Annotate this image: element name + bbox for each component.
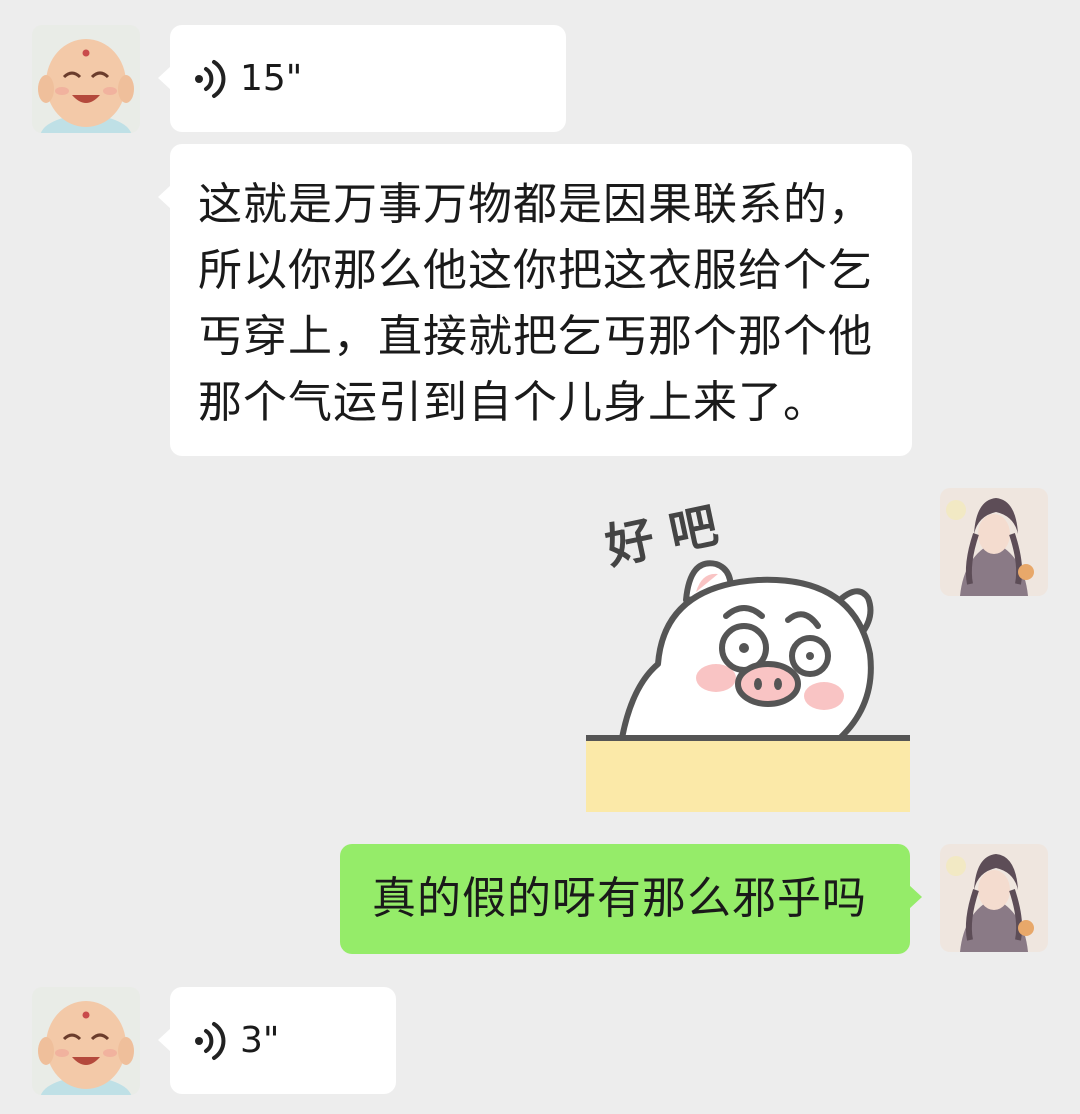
message-line: 这就是万事万物都是因果联系的， bbox=[198, 179, 873, 230]
smiling-buddha-icon bbox=[32, 987, 140, 1095]
text-message[interactable]: 这就是万事万物都是因果联系的， 所以你那么他这你把这衣服给个乞 丐穿上，直接就把… bbox=[158, 144, 912, 456]
pig-sticker: 好 吧 bbox=[586, 498, 910, 812]
voice-wave-icon bbox=[195, 59, 226, 98]
sender-avatar[interactable] bbox=[32, 25, 140, 133]
sticker-message[interactable]: 好 吧 bbox=[586, 488, 910, 812]
anime-girl-icon bbox=[940, 844, 1048, 952]
sent-text-message[interactable]: 真的假的呀有那么邪乎吗 bbox=[340, 844, 922, 954]
message-line: 所以你那么他这你把这衣服给个乞 bbox=[198, 245, 873, 296]
self-avatar[interactable] bbox=[940, 488, 1048, 596]
message-line: 丐穿上，直接就把乞丐那个那个他 bbox=[198, 311, 873, 362]
voice-duration: 15" bbox=[240, 58, 303, 99]
message-text: 真的假的呀有那么邪乎吗 bbox=[372, 873, 867, 924]
self-avatar[interactable] bbox=[940, 844, 1048, 952]
smiling-buddha-icon bbox=[32, 25, 140, 133]
message-line: 那个气运引到自个儿身上来了。 bbox=[198, 377, 828, 428]
voice-message[interactable]: 15" bbox=[158, 25, 566, 132]
anime-girl-icon bbox=[940, 488, 1048, 596]
voice-duration: 3" bbox=[240, 1020, 280, 1061]
voice-message[interactable]: 3" bbox=[158, 987, 396, 1094]
sender-avatar[interactable] bbox=[32, 987, 140, 1095]
voice-wave-icon bbox=[195, 1021, 226, 1060]
sticker-table bbox=[586, 738, 910, 812]
